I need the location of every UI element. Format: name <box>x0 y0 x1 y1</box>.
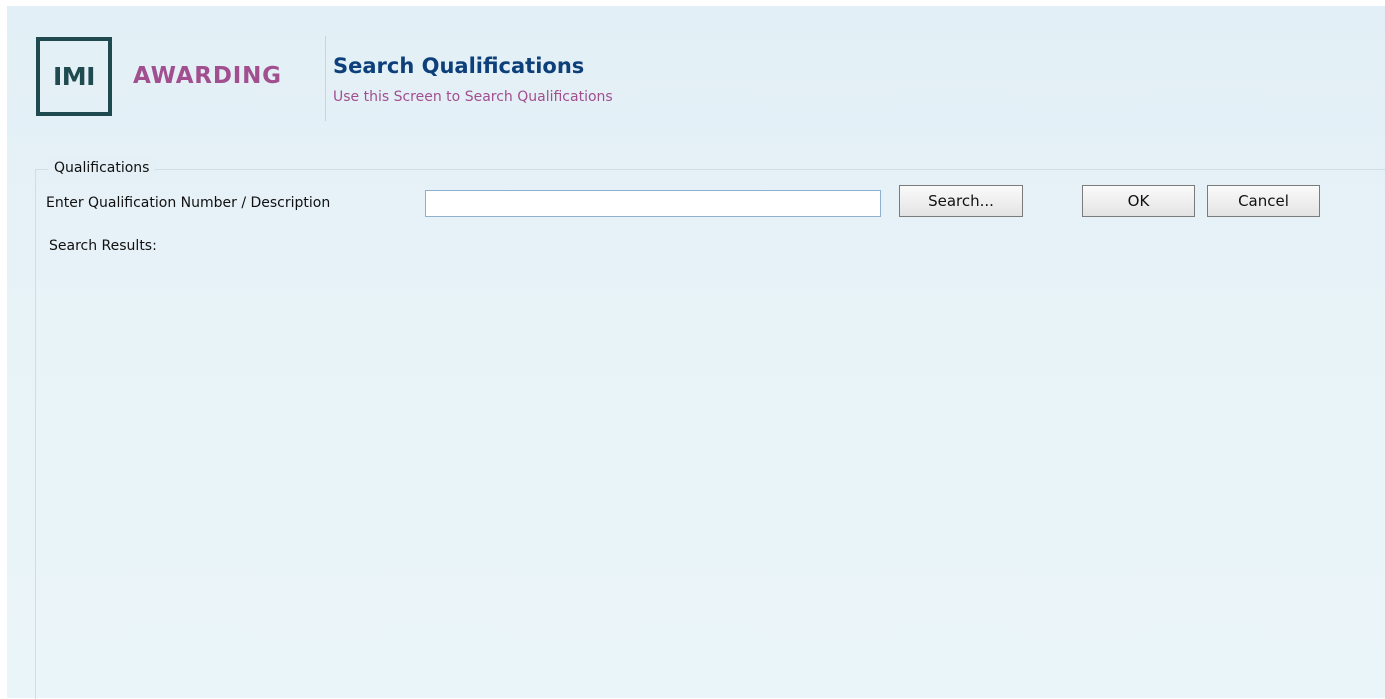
page-title: Search Qualifications <box>333 54 585 78</box>
imi-logo-mark: IMI <box>36 37 112 116</box>
qualifications-fieldset <box>35 169 1385 699</box>
qualification-search-input[interactable] <box>425 190 881 217</box>
search-button[interactable]: Search... <box>899 185 1023 217</box>
ok-button[interactable]: OK <box>1082 185 1195 217</box>
page-subtitle: Use this Screen to Search Qualifications <box>333 89 613 105</box>
cancel-button[interactable]: Cancel <box>1207 185 1320 217</box>
header-divider <box>325 36 326 121</box>
search-label: Enter Qualification Number / Description <box>46 195 331 211</box>
search-results-label: Search Results: <box>49 238 157 254</box>
page-background: IMI AWARDING Search Qualifications Use t… <box>7 6 1385 699</box>
logo-wordmark: AWARDING <box>133 63 282 89</box>
logo-mark-text: IMI <box>53 62 95 91</box>
qualifications-legend: Qualifications <box>48 157 156 179</box>
